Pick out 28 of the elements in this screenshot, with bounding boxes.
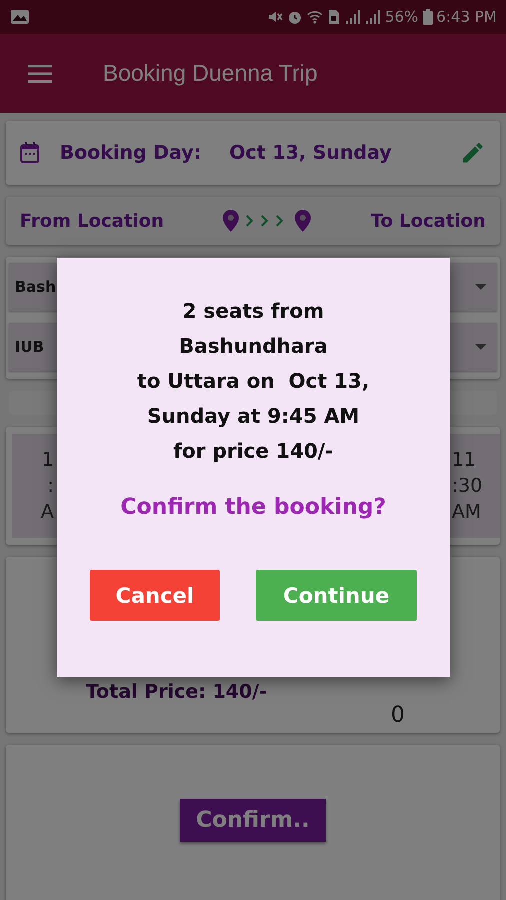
continue-button[interactable]: Continue [256, 570, 417, 621]
signal-icon [345, 9, 362, 25]
calendar-icon [20, 142, 40, 164]
clock: 6:43 PM [436, 8, 497, 26]
battery-percent: 56% [385, 8, 419, 26]
screen-title: Booking Duenna Trip [103, 60, 318, 87]
image-icon [10, 9, 30, 25]
alarm-icon [287, 9, 304, 25]
sim-icon [327, 9, 342, 25]
confirm-button[interactable]: Confirm.. [180, 798, 326, 842]
total-price: Total Price: 140/- [86, 681, 268, 703]
wifi-icon [307, 9, 324, 25]
seat-count: 0 [391, 703, 405, 728]
booking-day-label: Booking Day: [60, 142, 202, 164]
location-pin-icon [295, 210, 312, 232]
booking-day-value: Oct 13, Sunday [229, 142, 392, 164]
dropdown-arrow-icon [475, 344, 487, 350]
confirm-question: Confirm the booking? [120, 495, 386, 520]
cancel-button[interactable]: Cancel [90, 570, 220, 621]
dropdown-arrow-icon [475, 284, 487, 290]
mute-icon [267, 9, 284, 25]
signal-icon [365, 9, 382, 25]
location-pin-icon [223, 210, 240, 232]
from-location-label: From Location [20, 210, 164, 232]
to-location-label: To Location [370, 210, 486, 232]
booking-summary: 2 seats from Bashundhara to Uttara on Oct 13, Sunday at 9:45 AM for price 140/- [137, 298, 370, 465]
menu-icon[interactable] [27, 64, 53, 84]
battery-icon [422, 9, 433, 25]
